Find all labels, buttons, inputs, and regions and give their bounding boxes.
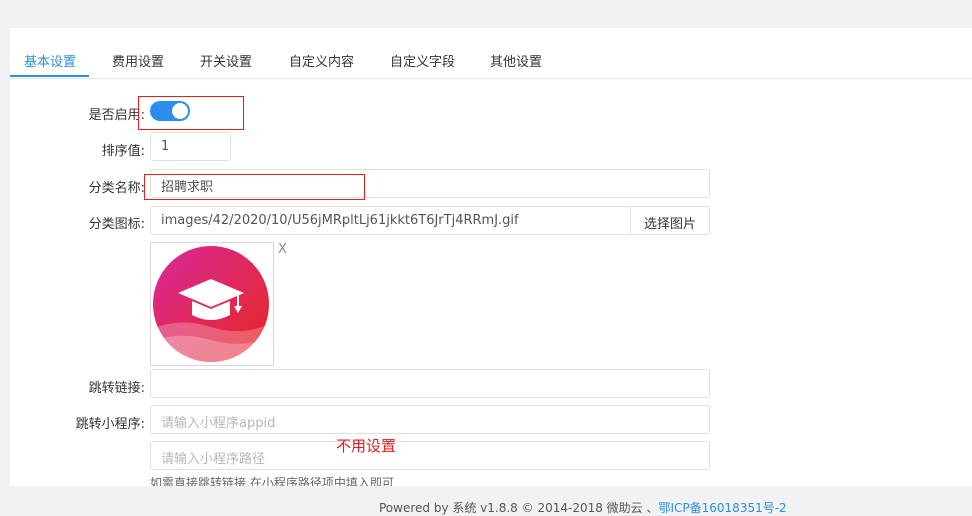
miniprogram-path-input[interactable]: 请输入小程序路径 bbox=[150, 441, 710, 470]
enabled-label: 是否启用: bbox=[88, 108, 145, 123]
graduation-cap-icon bbox=[153, 246, 269, 362]
link-label: 跳转链接: bbox=[88, 381, 145, 396]
remove-icon-button[interactable]: X bbox=[278, 242, 287, 257]
annotation-box-toggle bbox=[138, 96, 244, 130]
icon-label: 分类图标: bbox=[88, 217, 145, 232]
tab-custom-content[interactable]: 自定义内容 bbox=[289, 51, 354, 70]
icon-path-input[interactable]: images/42/2020/10/U56jMRpltLj61jkkt6T6Jr… bbox=[150, 206, 632, 235]
link-input[interactable] bbox=[150, 369, 710, 398]
tab-basic-settings[interactable]: 基本设置 bbox=[24, 51, 76, 70]
miniprogram-appid-input[interactable]: 请输入小程序appid bbox=[150, 405, 710, 434]
miniprogram-label: 跳转小程序: bbox=[75, 417, 145, 432]
tab-switch-settings[interactable]: 开关设置 bbox=[200, 51, 252, 70]
icon-preview bbox=[150, 242, 274, 366]
annotation-no-setting: 不用设置 bbox=[336, 437, 397, 455]
select-image-button[interactable]: 选择图片 bbox=[630, 206, 710, 235]
active-tab-indicator bbox=[10, 75, 89, 77]
sort-label: 排序值: bbox=[101, 144, 145, 159]
tab-fee-settings[interactable]: 费用设置 bbox=[112, 51, 164, 70]
help-text: 如需直接跳转链接,在小程序路径项中填入即可 bbox=[150, 476, 394, 486]
settings-panel: 基本设置 费用设置 开关设置 自定义内容 自定义字段 其他设置 是否启用: 排序… bbox=[10, 28, 972, 486]
tab-bar: 基本设置 费用设置 开关设置 自定义内容 自定义字段 其他设置 bbox=[10, 28, 972, 79]
footer: Powered by 系统 v1.8.8 © 2014-2018 微助云 、鄂I… bbox=[0, 486, 972, 516]
annotation-box-name bbox=[144, 174, 365, 200]
tab-other-settings[interactable]: 其他设置 bbox=[490, 51, 542, 70]
name-label: 分类名称: bbox=[88, 181, 145, 196]
tab-custom-fields[interactable]: 自定义字段 bbox=[390, 51, 455, 70]
footer-text: Powered by 系统 v1.8.8 © 2014-2018 微助云 、鄂I… bbox=[379, 499, 787, 516]
sort-input[interactable]: 1 bbox=[150, 132, 231, 161]
